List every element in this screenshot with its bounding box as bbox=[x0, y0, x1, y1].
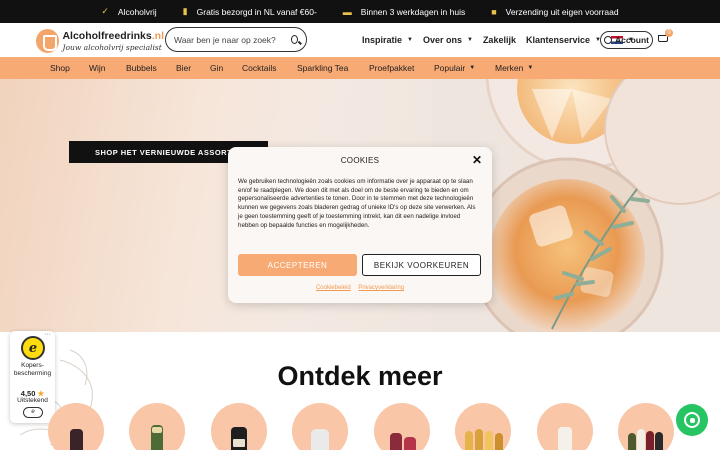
product-wine-red[interactable] bbox=[48, 403, 104, 450]
category-bubbels[interactable]: Bubbels bbox=[126, 63, 176, 73]
category-shop[interactable]: Shop bbox=[50, 63, 89, 73]
category-proefpakket[interactable]: Proefpakket bbox=[369, 63, 434, 73]
category-bar: Shop Wijn Bubbels Bier Gin Cocktails Spa… bbox=[0, 57, 720, 79]
privacy-statement-link[interactable]: Privacyverklaring bbox=[358, 285, 404, 291]
category-cocktails[interactable]: Cocktails bbox=[242, 63, 297, 73]
category-bier[interactable]: Bier bbox=[176, 63, 210, 73]
product-carousel bbox=[48, 403, 708, 450]
accept-cookies-button[interactable]: ACCEPTEREN bbox=[238, 254, 357, 276]
user-icon bbox=[604, 36, 612, 44]
usp-item: ✓ Alcoholvrij bbox=[101, 6, 156, 17]
usp-bar: ✓ Alcoholvrij ▮ Gratis bezorgd in NL van… bbox=[0, 0, 720, 23]
logo-name: Alcoholfreedrinks.nl bbox=[62, 30, 164, 42]
discover-heading: Ontdek meer bbox=[277, 361, 443, 391]
category-gin[interactable]: Gin bbox=[210, 63, 242, 73]
more-icon[interactable]: ··· bbox=[44, 331, 51, 338]
truck-icon: ▬ bbox=[342, 6, 352, 17]
cookie-links: Cookiebeleid Privacyverklaring bbox=[228, 285, 492, 291]
usp-text: Alcoholvrij bbox=[117, 6, 157, 17]
cookie-title: COOKIES bbox=[340, 156, 380, 165]
nav-item-inspiratie[interactable]: Inspiratie ▼ bbox=[362, 35, 413, 45]
chevron-down-icon: ▼ bbox=[407, 37, 413, 43]
search-box bbox=[165, 27, 307, 52]
usp-item: ▬ Binnen 3 werkdagen in huis bbox=[343, 7, 465, 17]
trusted-shops-seal-icon: e bbox=[21, 336, 45, 360]
chevron-down-icon: ▼ bbox=[527, 65, 534, 71]
product-white-bottle[interactable] bbox=[537, 403, 593, 450]
usp-text: Verzending uit eigen voorraad bbox=[505, 6, 619, 17]
product-gin[interactable] bbox=[292, 403, 348, 450]
logo-icon bbox=[36, 29, 60, 53]
whatsapp-icon bbox=[684, 412, 700, 428]
cart-count-badge: 0 bbox=[665, 29, 673, 37]
category-merken[interactable]: Merken ▼ bbox=[495, 63, 555, 73]
search-icon[interactable] bbox=[291, 35, 298, 44]
chevron-down-icon: ▼ bbox=[466, 37, 473, 43]
check-icon: ✓ bbox=[101, 6, 109, 16]
gift-icon: ■ bbox=[491, 6, 497, 17]
trust-toggle[interactable]: e bbox=[23, 407, 43, 418]
cookie-description: We gebruiken technologieën zoals cookies… bbox=[238, 178, 476, 229]
nav-item-over-ons[interactable]: Over ons ▼ bbox=[423, 35, 473, 45]
product-sparkling[interactable] bbox=[129, 403, 185, 450]
product-beer-dark[interactable] bbox=[211, 403, 267, 450]
whatsapp-chat-button[interactable] bbox=[676, 404, 708, 436]
usp-item: ■ Verzending uit eigen voorraad bbox=[491, 7, 618, 17]
usp-text: Binnen 3 werkdagen in huis bbox=[360, 6, 466, 17]
cart-button[interactable]: 0 bbox=[657, 29, 673, 45]
bottle-icon: ▮ bbox=[182, 6, 188, 16]
nav-item-zakelijk[interactable]: Zakelijk bbox=[483, 35, 516, 45]
usp-text: Gratis bezorgd in NL vanaf €60- bbox=[196, 6, 317, 17]
category-wijn[interactable]: Wijn bbox=[89, 63, 126, 73]
category-populair[interactable]: Populair ▼ bbox=[434, 63, 495, 73]
search-input[interactable] bbox=[174, 34, 285, 45]
site-header: Alcoholfreedrinks.nl Jouw alcoholvrij sp… bbox=[0, 23, 720, 57]
nav-item-klantenservice[interactable]: Klantenservice ▼ bbox=[526, 35, 601, 45]
product-tasting-pack[interactable] bbox=[618, 403, 674, 450]
view-preferences-button[interactable]: BEKIJK VOORKEUREN bbox=[362, 254, 481, 276]
category-sparkling-tea[interactable]: Sparkling Tea bbox=[297, 63, 369, 73]
product-sparkling-tea[interactable] bbox=[455, 403, 511, 450]
cookie-consent-modal: COOKIES ✕ We gebruiken technologieën zoa… bbox=[228, 147, 492, 303]
close-icon[interactable]: ✕ bbox=[471, 154, 483, 166]
cookie-policy-link[interactable]: Cookiebeleid bbox=[316, 285, 351, 291]
product-cocktail[interactable] bbox=[374, 403, 430, 450]
usp-item: ▮ Gratis bezorgd in NL vanaf €60- bbox=[183, 6, 317, 17]
account-button[interactable]: Account bbox=[600, 31, 653, 49]
site-logo[interactable]: Alcoholfreedrinks.nl Jouw alcoholvrij sp… bbox=[36, 27, 164, 55]
top-navigation: Inspiratie ▼ Over ons ▼ Zakelijk Klantense… bbox=[362, 23, 634, 57]
logo-tagline: Jouw alcoholvrij specialist bbox=[62, 42, 162, 52]
chevron-down-icon: ▼ bbox=[469, 65, 476, 71]
